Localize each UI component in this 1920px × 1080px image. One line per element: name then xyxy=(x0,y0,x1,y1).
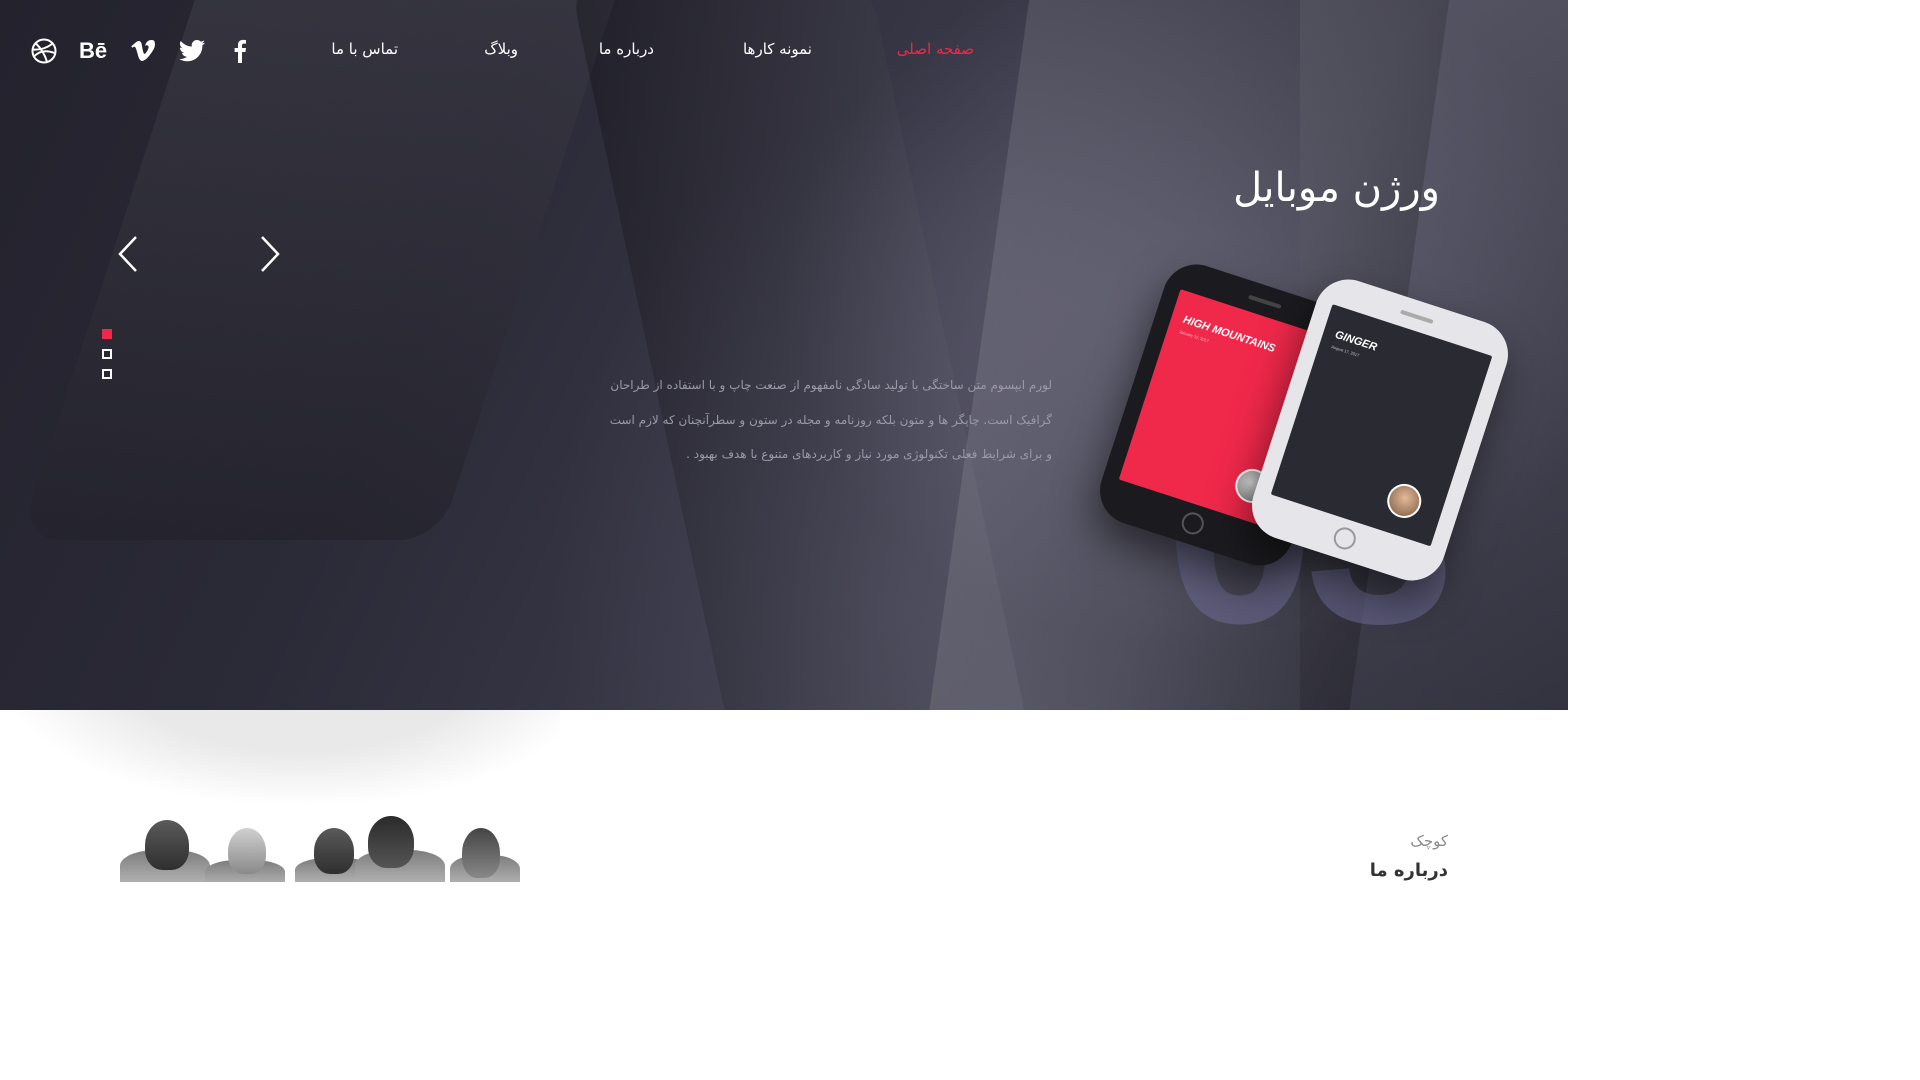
person-figure xyxy=(462,828,500,878)
nav-link-about[interactable]: درباره ما xyxy=(599,40,654,58)
slider-dot-1[interactable] xyxy=(102,329,112,339)
team-photo xyxy=(0,710,560,882)
slider-next-button[interactable] xyxy=(258,234,282,274)
phone-speaker xyxy=(1247,294,1282,309)
about-kicker: کوچک xyxy=(1410,832,1448,850)
phone-home-button xyxy=(1178,509,1207,538)
phone-home-button xyxy=(1330,524,1359,553)
background-fold xyxy=(19,0,641,540)
slide-title: ورژن موبایل xyxy=(1233,165,1440,211)
phone-speaker xyxy=(1399,309,1434,324)
nav-link-contact[interactable]: تماس با ما xyxy=(331,40,398,58)
person-figure xyxy=(368,816,414,868)
twitter-icon[interactable] xyxy=(178,36,206,66)
chevron-right-icon xyxy=(261,236,280,272)
vimeo-icon[interactable] xyxy=(130,36,156,66)
dribbble-icon[interactable] xyxy=(30,36,58,66)
slide-description: لورم ایپسوم متن ساختگی با تولید سادگی نا… xyxy=(600,368,1052,472)
nav-link-home[interactable]: صفحه اصلی xyxy=(897,40,974,58)
facebook-icon[interactable] xyxy=(230,36,250,66)
slider-pagination xyxy=(102,329,114,389)
nav-link-portfolio[interactable]: نمونه کارها xyxy=(743,40,812,58)
slider-dot-3[interactable] xyxy=(102,369,112,379)
slider-dot-2[interactable] xyxy=(102,349,112,359)
slide-text-line: گرافیک است. چاپگر ها و متون بلکه روزنامه… xyxy=(609,412,1052,427)
about-title: درباره ما xyxy=(1369,860,1448,881)
person-figure xyxy=(228,828,266,874)
chevron-left-icon xyxy=(118,236,137,272)
slider-prev-button[interactable] xyxy=(116,234,140,274)
background-fold xyxy=(564,0,1036,710)
person-figure xyxy=(314,828,354,874)
slide-text-line: و برای شرایط فعلی تکنولوژی مورد نیاز و ک… xyxy=(686,447,1052,461)
about-section: کوچک درباره ما xyxy=(0,710,1568,882)
main-nav: صفحه اصلی نمونه کارها درباره ما وبلاگ تم… xyxy=(0,30,1568,70)
behance-icon[interactable]: Bē xyxy=(76,36,110,66)
slide-text-line: لورم ایپسوم متن ساختگی با تولید سادگی نا… xyxy=(610,378,1052,392)
person-figure xyxy=(145,820,189,870)
avatar xyxy=(1382,479,1426,523)
nav-link-blog[interactable]: وبلاگ xyxy=(484,40,518,58)
hero-slider: صفحه اصلی نمونه کارها درباره ما وبلاگ تم… xyxy=(0,0,1568,710)
phone-screen: GINGER August 17, 2017 xyxy=(1270,304,1493,547)
